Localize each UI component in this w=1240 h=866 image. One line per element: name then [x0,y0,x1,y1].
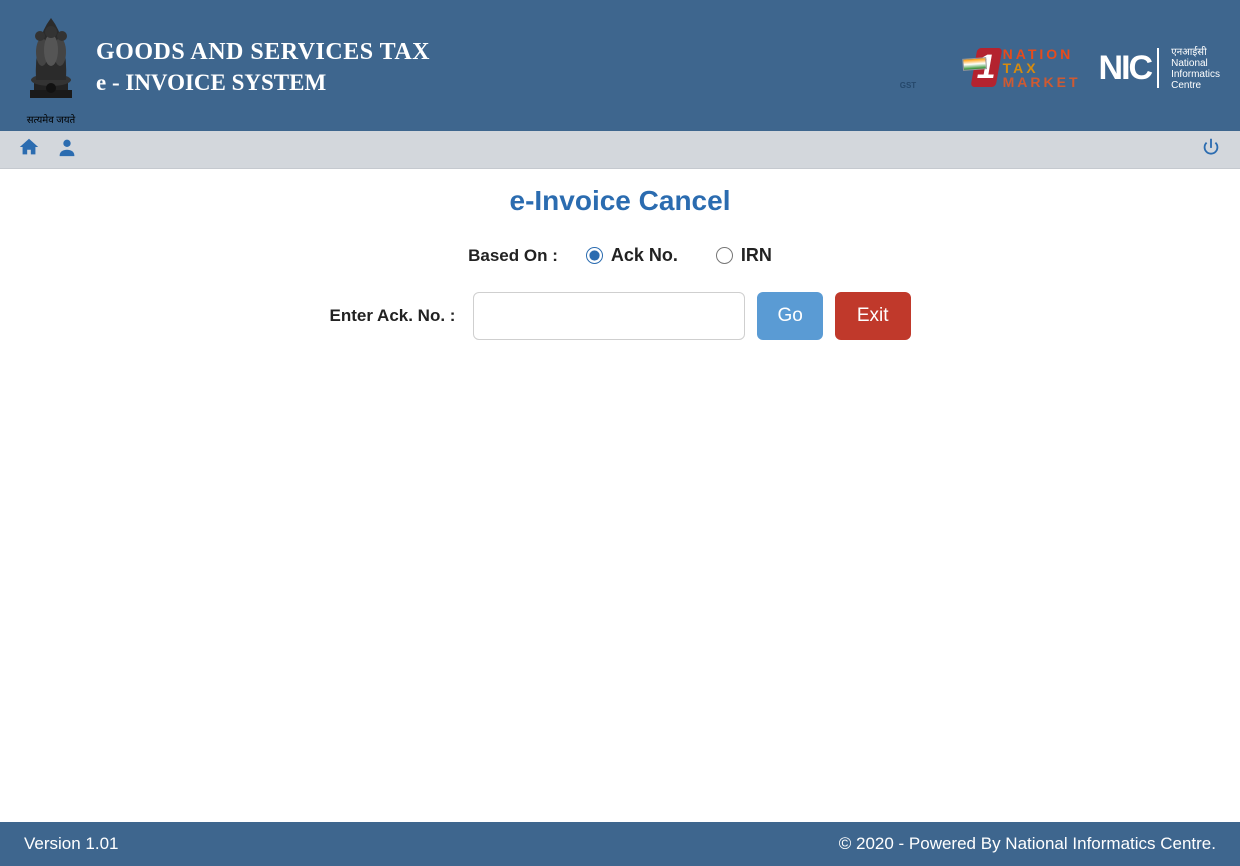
radio-irn-input[interactable] [716,247,733,264]
nic-hindi: एनआईसी [1171,44,1220,58]
nic-en-3: Centre [1171,80,1220,91]
entry-label: Enter Ack. No. : [330,306,456,326]
footer-version: Version 1.01 [24,834,119,854]
go-button[interactable]: Go [757,292,822,340]
ack-number-input[interactable] [473,292,745,340]
ntm-tax: TAX [1003,61,1081,75]
emblem-caption: सत्यमेव जयते [27,112,75,126]
ashoka-emblem-icon [20,10,82,110]
ntm-nation: NATION [1003,47,1081,61]
nic-en-2: Informatics [1171,69,1220,80]
based-on-row: Based On : Ack No. IRN [0,245,1240,266]
nic-letters: NIC [1099,53,1152,83]
based-on-radio-group: Ack No. IRN [586,245,772,266]
footer-copyright: © 2020 - Powered By National Informatics… [839,834,1216,854]
nic-logo: NIC एनआईसी National Informatics Centre [1099,44,1220,91]
radio-ack-no[interactable]: Ack No. [586,245,678,266]
entry-row: Enter Ack. No. : Go Exit [0,292,1240,340]
header-title-1: GOODS AND SERVICES TAX [96,39,430,66]
power-icon[interactable] [1200,145,1222,162]
ntm-gst: GST [900,81,916,90]
national-emblem: सत्यमेव जयते [20,10,82,126]
radio-irn-label: IRN [741,245,772,266]
home-icon[interactable] [18,136,40,163]
radio-ack-label: Ack No. [611,245,678,266]
nic-en-1: National [1171,58,1220,69]
based-on-label: Based On : [468,246,558,266]
app-header: सत्यमेव जयते GOODS AND SERVICES TAX e - … [0,0,1240,131]
ntm-number: 1 [970,48,1002,87]
exit-button[interactable]: Exit [835,292,911,340]
radio-irn[interactable]: IRN [716,245,772,266]
footer: Version 1.01 © 2020 - Powered By Nationa… [0,822,1240,866]
main-content: e-Invoice Cancel Based On : Ack No. IRN … [0,169,1240,822]
nation-tax-market-logo: 1 GST NATION TAX MARKET [974,47,1081,89]
radio-ack-input[interactable] [586,247,603,264]
page-title: e-Invoice Cancel [0,185,1240,217]
header-title-2: e - INVOICE SYSTEM [96,70,430,96]
ntm-market: MARKET [1003,75,1081,89]
header-right: 1 GST NATION TAX MARKET NIC एनआईसी Natio… [974,44,1220,91]
icon-toolbar [0,131,1240,169]
header-titles: GOODS AND SERVICES TAX e - INVOICE SYSTE… [96,39,430,96]
user-icon[interactable] [56,136,78,163]
